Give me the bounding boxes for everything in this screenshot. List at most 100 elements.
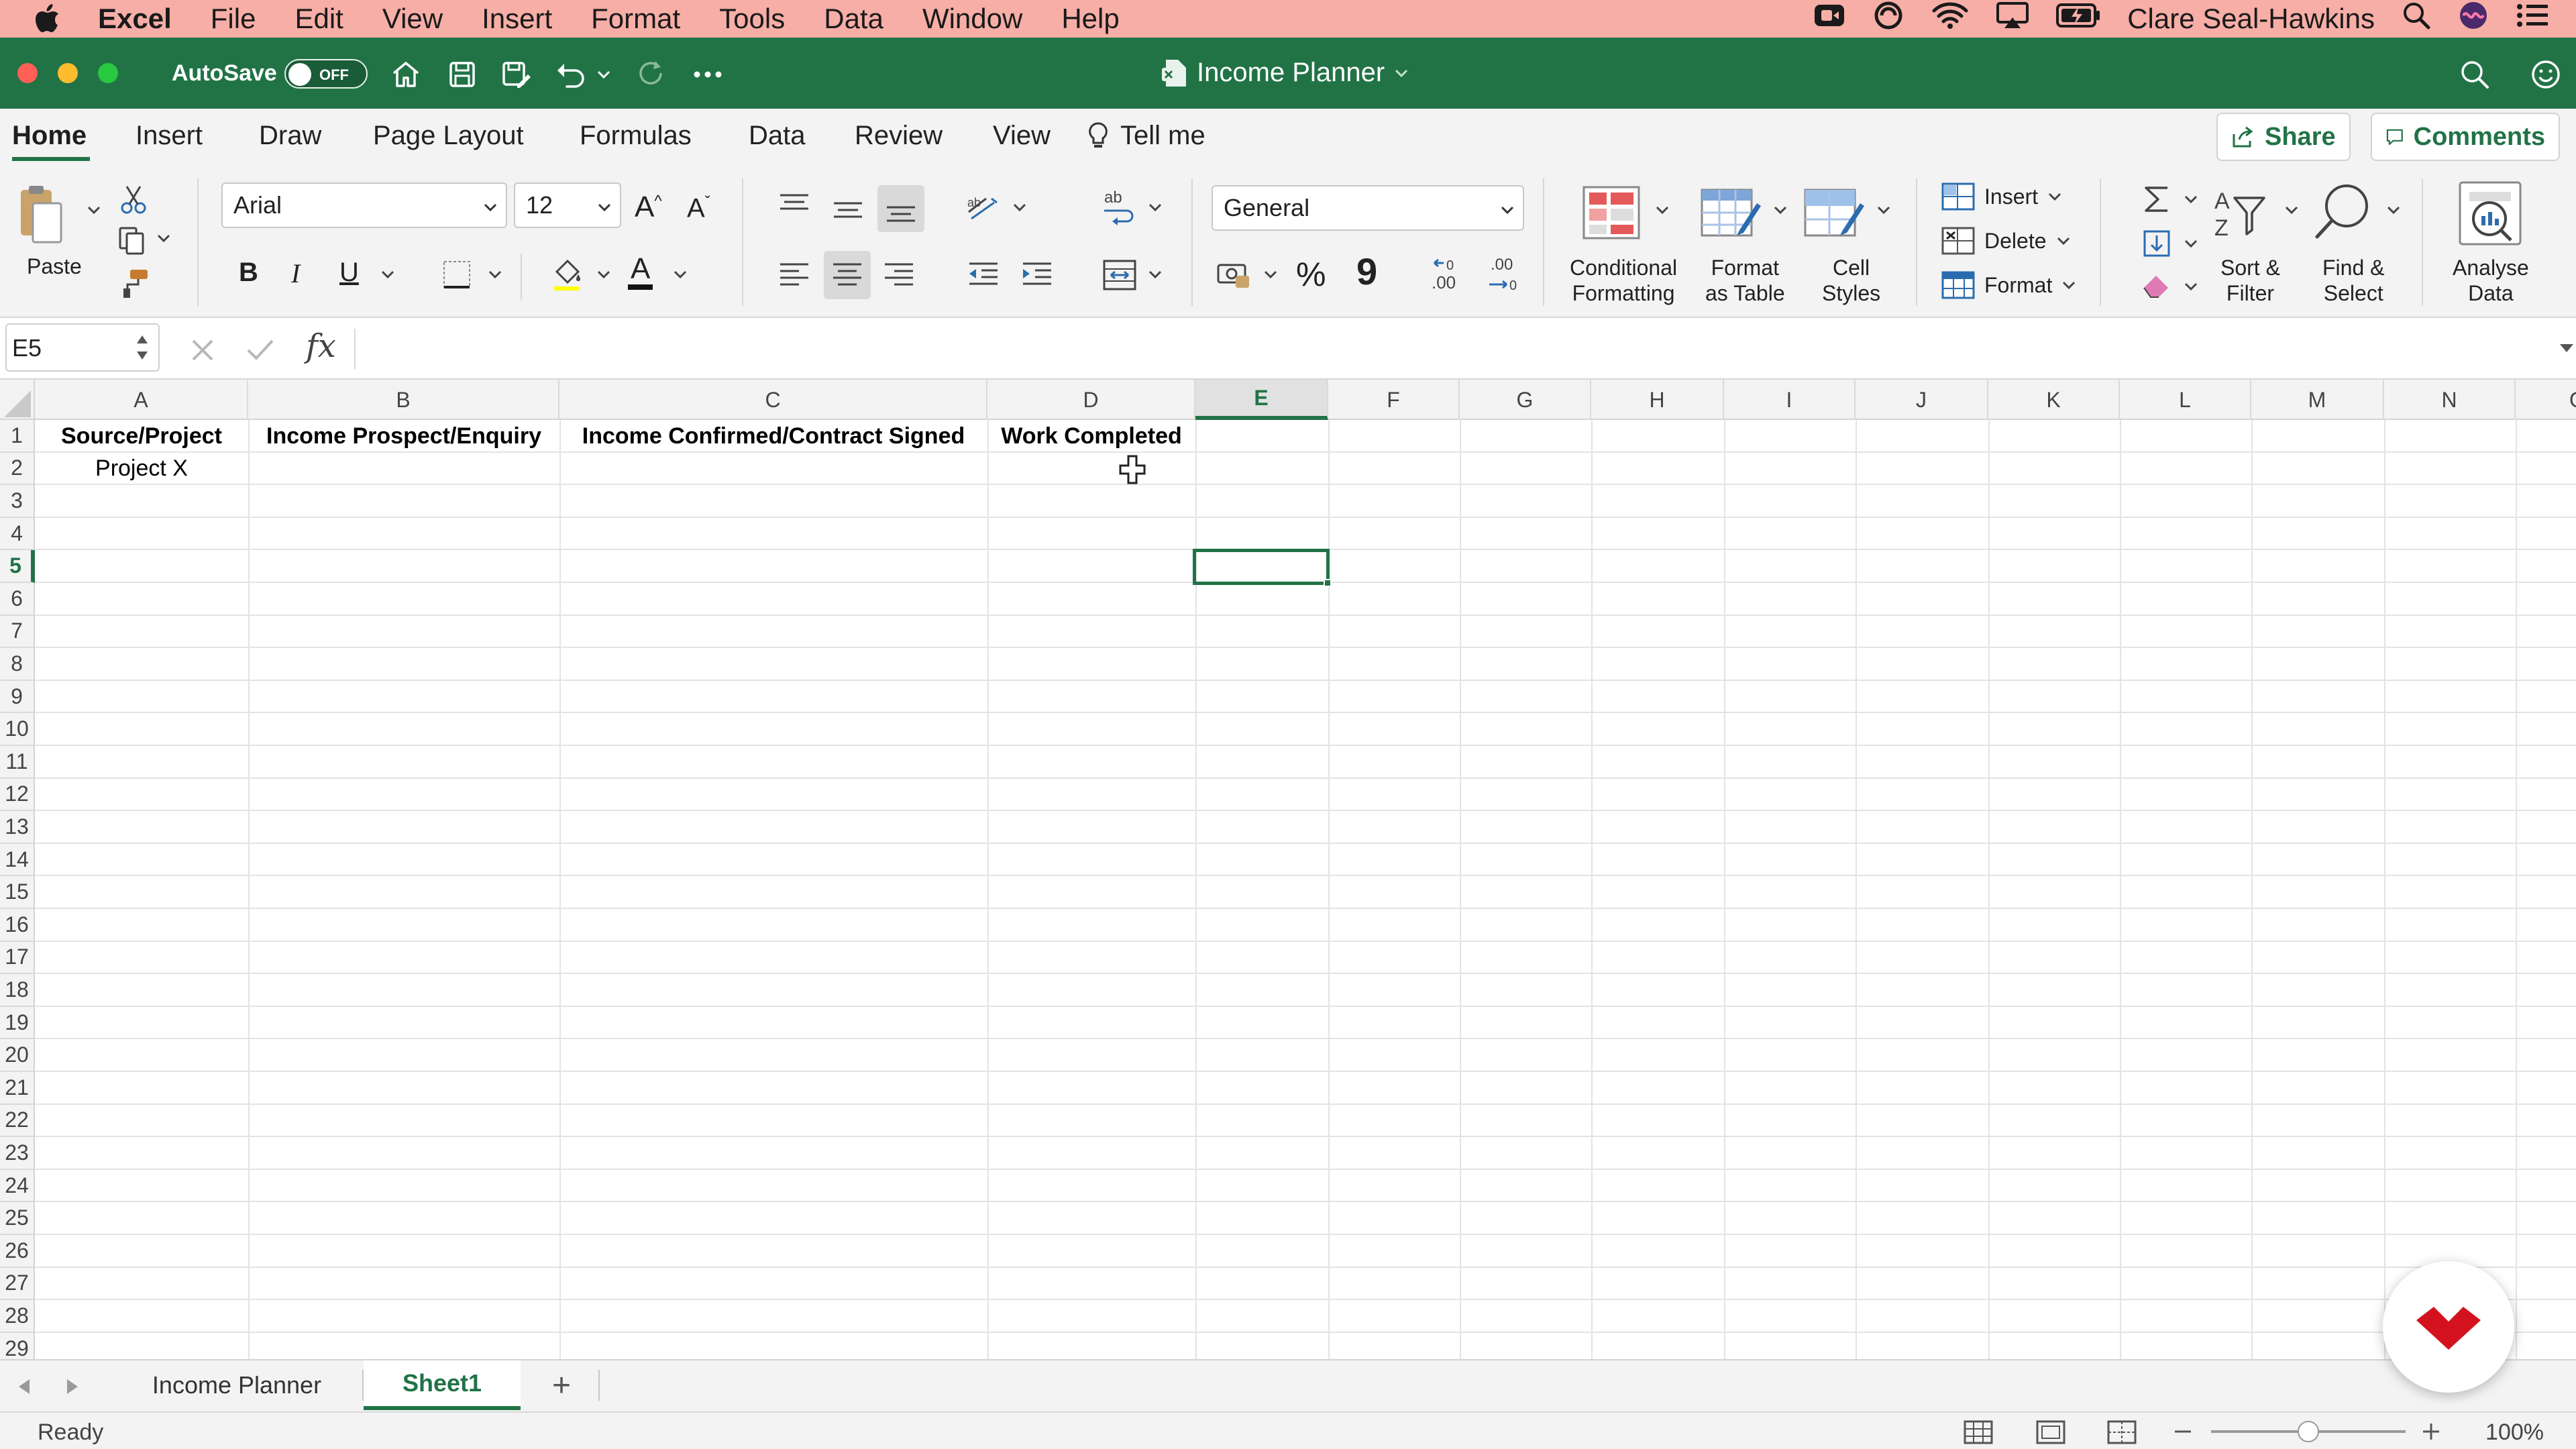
autosum-dropdown-chevron-icon[interactable] [2183,195,2199,204]
menu-help[interactable]: Help [1061,3,1119,35]
row-header-7[interactable]: 7 [0,615,35,649]
zoom-out-minus-icon[interactable] [2174,1425,2192,1438]
delete-cells-button[interactable]: Delete [1941,227,2071,255]
row-header-13[interactable]: 13 [0,811,35,844]
cell-a1[interactable]: Source/Project [35,420,248,452]
column-header-g[interactable]: G [1460,380,1591,420]
menu-edit[interactable]: Edit [294,3,343,35]
accounting-dropdown-chevron-icon[interactable] [1263,270,1279,279]
menu-file[interactable]: File [211,3,256,35]
bold-button[interactable]: B [239,258,258,288]
column-header-d[interactable]: D [987,380,1195,420]
sheet-tab-income-planner[interactable]: Income Planner [114,1360,360,1410]
zoom-slider-knob[interactable] [2298,1421,2319,1442]
tell-me-search[interactable]: Tell me [1088,121,1205,151]
copy-icon[interactable] [114,225,152,256]
save-icon[interactable] [445,58,479,91]
cell-a2[interactable]: Project X [35,452,248,484]
fill-handle[interactable] [1324,579,1332,587]
italic-button[interactable]: I [291,258,300,289]
number-format-select[interactable]: General [1212,185,1524,231]
decrease-decimal-icon[interactable]: .00 0 [1481,254,1523,295]
floating-app-badge[interactable] [2383,1261,2514,1393]
siri-icon[interactable] [2458,0,2489,38]
battery-icon[interactable] [2056,3,2100,35]
cell-styles-chevron-icon[interactable] [1876,205,1892,215]
wrap-text-icon[interactable]: ab [1100,186,1139,228]
increase-decimal-icon[interactable]: .00 0 [1429,254,1470,295]
feedback-smiley-icon[interactable] [2529,58,2563,91]
column-header-c[interactable]: C [559,380,987,420]
cell-b1[interactable]: Income Prospect/Enquiry [248,420,559,452]
user-name[interactable]: Clare Seal-Hawkins [2127,3,2375,35]
align-bottom-icon[interactable] [877,185,924,232]
row-header-29[interactable]: 29 [0,1332,35,1359]
fill-down-icon[interactable] [2140,227,2174,260]
borders-dropdown-chevron-icon[interactable] [487,270,503,279]
underline-dropdown-chevron-icon[interactable] [380,270,396,279]
close-window-button[interactable] [17,63,38,83]
previous-sheet-arrow-icon[interactable] [16,1378,32,1395]
font-color-button[interactable]: A [628,254,653,290]
row-header-8[interactable]: 8 [0,648,35,681]
align-left-icon[interactable] [775,254,813,297]
airplay-icon[interactable] [1996,1,2029,36]
row-header-5[interactable]: 5 [0,550,35,583]
tab-insert[interactable]: Insert [136,121,203,151]
wifi-icon[interactable] [1931,1,1969,36]
row-header-23[interactable]: 23 [0,1137,35,1170]
home-icon[interactable] [389,58,423,91]
insert-function-fx-button[interactable]: fx [306,327,336,365]
row-header-12[interactable]: 12 [0,778,35,812]
align-center-icon[interactable] [824,251,871,299]
font-color-dropdown-chevron-icon[interactable] [672,270,688,279]
column-header-m[interactable]: M [2251,380,2384,420]
find-select-magnifier-icon[interactable] [2312,181,2373,243]
merge-center-icon[interactable] [1100,256,1139,294]
row-header-14[interactable]: 14 [0,843,35,877]
tab-page-layout[interactable]: Page Layout [373,121,524,151]
row-header-24[interactable]: 24 [0,1169,35,1203]
row-header-9[interactable]: 9 [0,680,35,714]
row-header-11[interactable]: 11 [0,746,35,779]
sheet-tab-sheet1[interactable]: Sheet1 [364,1360,521,1410]
tab-review[interactable]: Review [855,121,943,151]
menu-app-excel[interactable]: Excel [98,3,172,35]
select-all-corner[interactable] [0,380,35,420]
expand-formula-bar-chevron-icon[interactable] [2559,342,2575,354]
menu-format[interactable]: Format [591,3,680,35]
document-title[interactable]: Income Planner [1161,58,1409,88]
font-size-select[interactable]: 12 [514,182,621,228]
conditional-formatting-icon[interactable] [1580,182,1642,243]
clear-eraser-icon[interactable] [2140,270,2174,303]
menu-insert[interactable]: Insert [482,3,552,35]
video-record-icon[interactable] [1813,2,1845,36]
comma-style-button[interactable]: 9 [1356,250,1377,293]
menu-view[interactable]: View [382,3,443,35]
decrease-font-size-button[interactable]: Aˇ [687,193,710,223]
cut-scissors-icon[interactable] [118,184,149,215]
row-header-25[interactable]: 25 [0,1202,35,1235]
fill-color-bucket-icon[interactable] [549,256,586,292]
formula-input[interactable] [365,329,2525,369]
minimize-window-button[interactable] [58,63,78,83]
row-header-3[interactable]: 3 [0,485,35,518]
autosave-toggle[interactable]: OFF [284,59,368,89]
align-top-icon[interactable] [775,189,813,223]
row-header-28[interactable]: 28 [0,1300,35,1333]
search-icon[interactable] [2458,58,2491,91]
format-as-table-icon[interactable] [1699,182,1763,243]
underline-button[interactable]: U [339,258,359,288]
menu-tools[interactable]: Tools [719,3,785,35]
insert-cells-button[interactable]: Insert [1941,182,2062,211]
next-sheet-arrow-icon[interactable] [64,1378,80,1395]
row-header-22[interactable]: 22 [0,1104,35,1138]
orientation-icon[interactable]: ab [963,189,1004,225]
align-middle-icon[interactable] [829,192,867,225]
column-header-j[interactable]: J [1856,380,1988,420]
format-cells-button[interactable]: Format [1941,271,2076,299]
zoom-window-button[interactable] [98,63,118,83]
row-header-4[interactable]: 4 [0,517,35,551]
row-header-17[interactable]: 17 [0,941,35,975]
row-header-26[interactable]: 26 [0,1235,35,1268]
